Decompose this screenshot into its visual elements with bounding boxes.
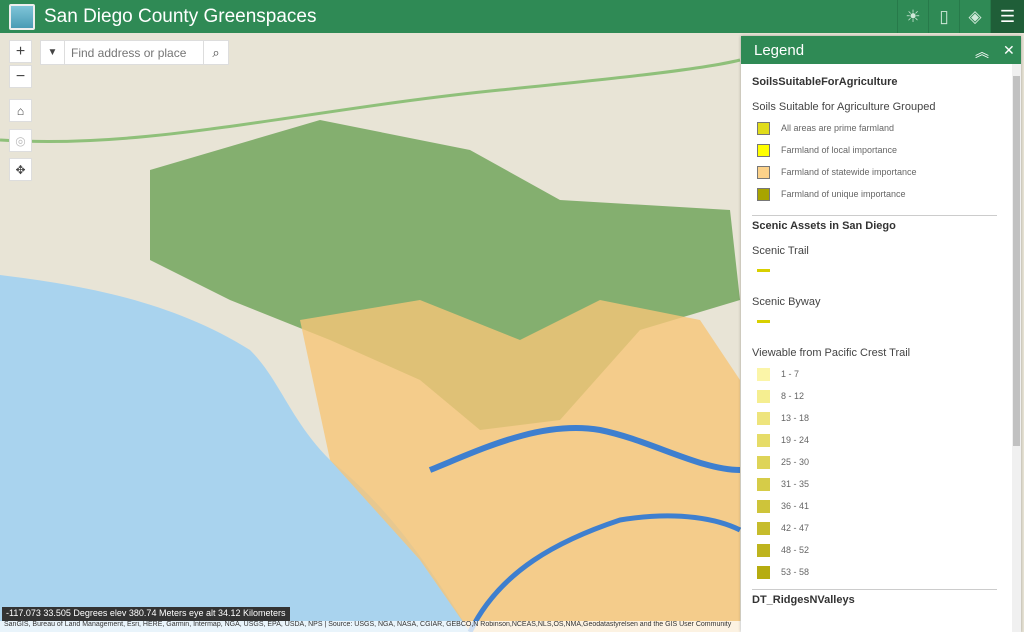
app-logo	[9, 3, 35, 30]
legend-scrollbar[interactable]	[1012, 64, 1021, 632]
legend-item-label: 25 - 30	[781, 457, 810, 467]
basemap-icon[interactable]: ▯	[928, 0, 959, 33]
legend-swatch	[757, 433, 770, 447]
legend-header: Legend ︽ ✕	[741, 36, 1021, 64]
legend-item: 19 - 24	[752, 429, 1011, 451]
navigation-toggle-button[interactable]: ✥	[9, 158, 32, 181]
sun-icon[interactable]: ☀	[897, 0, 928, 33]
legend-item-label: 42 - 47	[781, 523, 810, 533]
legend-item: 1 - 7	[752, 363, 1011, 385]
legend-item: 13 - 18	[752, 407, 1011, 429]
legend-item: Farmland of local importance	[752, 139, 1011, 161]
app-header: San Diego County Greenspaces ☀ ▯ ◈ ☰	[0, 0, 1024, 33]
legend-item: 42 - 47	[752, 517, 1011, 539]
legend-swatch	[757, 411, 770, 425]
legend-swatch	[757, 477, 770, 491]
legend-item: 31 - 35	[752, 473, 1011, 495]
scenic-byway-label: Scenic Byway	[752, 296, 821, 308]
search-source-dropdown[interactable]: ▼	[41, 41, 65, 64]
legend-item: All areas are prime farmland	[752, 117, 1011, 139]
layers-icon[interactable]: ◈	[959, 0, 990, 33]
zoom-in-button[interactable]: +	[9, 40, 32, 63]
zoom-out-button[interactable]: −	[9, 65, 32, 88]
legend-item-label: All areas are prime farmland	[781, 123, 895, 133]
scenic-trail-label: Scenic Trail	[752, 245, 809, 257]
divider	[752, 215, 997, 216]
scenic-trail-symbol	[757, 268, 770, 272]
legend-item-label: 13 - 18	[781, 413, 810, 423]
legend-item-label: Farmland of local importance	[781, 145, 898, 155]
collapse-icon[interactable]: ︽	[975, 42, 989, 62]
layer-title: DT_RidgesNValleys	[752, 594, 855, 606]
layer-title: Scenic Assets in San Diego	[752, 220, 896, 232]
legend-item: Farmland of statewide importance	[752, 161, 1011, 183]
legend-item-label: Farmland of statewide importance	[781, 167, 917, 177]
legend-item-label: Farmland of unique importance	[781, 189, 906, 199]
legend-swatch	[757, 499, 770, 513]
legend-item-label: 48 - 52	[781, 545, 810, 555]
legend-item: Farmland of unique importance	[752, 183, 1011, 205]
legend-swatch	[757, 367, 770, 381]
legend-title: Legend	[754, 41, 805, 59]
legend-swatch	[757, 187, 770, 201]
coordinate-readout: -117.073 33.505 Degrees elev 380.74 Mete…	[2, 607, 290, 621]
legend-item: 48 - 52	[752, 539, 1011, 561]
legend-swatch	[757, 543, 770, 557]
app-title: San Diego County Greenspaces	[44, 5, 317, 27]
legend-swatch	[757, 521, 770, 535]
legend-item: 8 - 12	[752, 385, 1011, 407]
legend-item: 25 - 30	[752, 451, 1011, 473]
legend-swatch	[757, 455, 770, 469]
legend-item-label: 8 - 12	[781, 391, 805, 401]
legend-swatch	[757, 565, 770, 579]
search-widget: ▼ ⌕	[40, 40, 229, 65]
legend-panel: Legend ︽ ✕ SoilsSuitableForAgriculture S…	[741, 36, 1021, 632]
search-input[interactable]	[65, 41, 203, 64]
legend-item-label: 1 - 7	[781, 369, 800, 379]
legend-item-label: 31 - 35	[781, 479, 810, 489]
close-icon[interactable]: ✕	[1003, 42, 1015, 59]
legend-swatch	[757, 165, 770, 179]
legend-item: 53 - 58	[752, 561, 1011, 583]
scrollbar-thumb[interactable]	[1013, 76, 1020, 446]
scenic-byway-symbol	[757, 319, 770, 323]
legend-item: 36 - 41	[752, 495, 1011, 517]
legend-swatch	[757, 121, 770, 135]
home-button[interactable]: ⌂	[9, 99, 32, 122]
legend-item-label: 53 - 58	[781, 567, 810, 577]
locate-button[interactable]: ◎	[9, 129, 32, 152]
legend-item-label: 19 - 24	[781, 435, 810, 445]
layer-subtitle: Soils Suitable for Agriculture Grouped	[752, 101, 936, 113]
legend-item-label: 36 - 41	[781, 501, 810, 511]
viewable-label: Viewable from Pacific Crest Trail	[752, 347, 911, 359]
search-button[interactable]: ⌕	[203, 41, 228, 64]
legend-icon[interactable]: ☰	[990, 0, 1024, 33]
attribution: SanGIS, Bureau of Land Management, Esri,…	[0, 621, 741, 632]
layer-title: SoilsSuitableForAgriculture	[752, 76, 898, 88]
divider	[752, 589, 997, 590]
legend-swatch	[757, 143, 770, 157]
legend-swatch	[757, 389, 770, 403]
